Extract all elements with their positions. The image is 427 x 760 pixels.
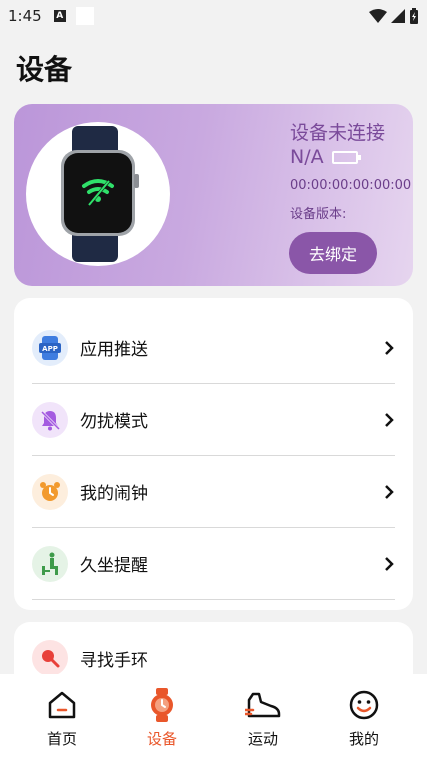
device-version-label: 设备版本: [290, 207, 347, 222]
menu-item-label: 勿扰模式 [80, 412, 148, 432]
find-band-icon [32, 640, 68, 676]
nav-label: 运动 [247, 730, 278, 748]
device-mac-address: 00:00:00:00:00:00 [290, 178, 412, 193]
app-push-icon: APP [32, 329, 68, 366]
menu-item-label: 我的闹钟 [80, 484, 148, 504]
bottom-navigation: 首页 设备 运动 我的 [0, 674, 427, 760]
settings-menu-card: APP 应用推送 勿扰模式 我的闹钟 久坐提醒 [14, 298, 413, 610]
page-title: 设备 [16, 53, 73, 86]
chevron-right-icon [385, 340, 394, 355]
status-right-icons [369, 8, 419, 24]
bind-button[interactable]: 去绑定 [289, 232, 377, 274]
chevron-right-icon [385, 484, 394, 499]
menu-item-label: 久坐提醒 [80, 556, 148, 576]
alarm-clock-icon [32, 473, 68, 510]
nav-item-home[interactable]: 首页 [22, 674, 102, 760]
battery-status-icon [410, 8, 418, 24]
nav-item-device[interactable]: 设备 [122, 674, 202, 760]
svg-text:APP: APP [42, 345, 58, 353]
nav-label: 首页 [46, 730, 77, 748]
menu-item-sedentary[interactable]: 久坐提醒 [32, 528, 395, 600]
nav-item-sport[interactable]: 运动 [223, 674, 303, 760]
menu-item-alarm[interactable]: 我的闹钟 [32, 456, 395, 528]
status-time: 1:45 [8, 7, 42, 25]
menu-item-app-push[interactable]: APP 应用推送 [32, 312, 395, 384]
shoe-icon [245, 688, 281, 722]
signal-icon [391, 9, 405, 23]
smiley-icon [348, 688, 380, 722]
menu-item-label: 应用推送 [80, 340, 148, 360]
notification-a-icon: A [53, 10, 66, 22]
chevron-right-icon [385, 556, 394, 571]
watch-icon [146, 688, 178, 722]
smartwatch-icon [61, 126, 139, 262]
notification-blank-icon [75, 7, 94, 25]
battery-icon [331, 150, 361, 164]
chevron-right-icon [385, 412, 394, 427]
menu-item-label: 寻找手环 [80, 650, 148, 671]
sedentary-reminder-icon [32, 545, 68, 582]
nav-item-mine[interactable]: 我的 [324, 674, 404, 760]
device-connection-status: 设备未连接 [290, 122, 386, 144]
device-battery-row: N/A [290, 146, 361, 168]
status-bar: 1:45 A [0, 0, 427, 32]
watch-image [26, 122, 170, 266]
battery-text: N/A [290, 146, 324, 168]
nav-label: 设备 [146, 730, 177, 748]
menu-item-do-not-disturb[interactable]: 勿扰模式 [32, 384, 395, 456]
home-icon [46, 688, 78, 722]
wifi-icon [369, 9, 387, 23]
device-card: 设备未连接 N/A 00:00:00:00:00:00 设备版本: 去绑定 [14, 104, 413, 286]
nav-label: 我的 [348, 730, 379, 748]
do-not-disturb-icon [32, 401, 68, 438]
